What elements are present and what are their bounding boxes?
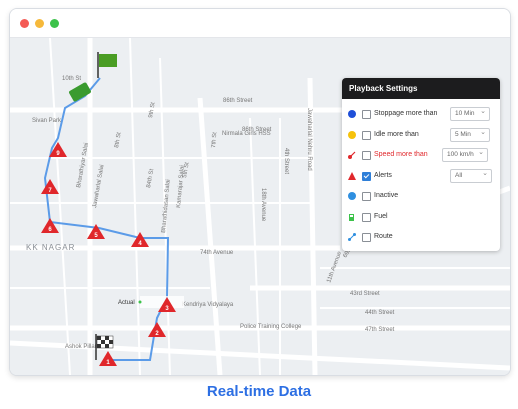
setting-select[interactable]: 5 Min bbox=[450, 127, 490, 142]
speed-icon bbox=[347, 150, 357, 160]
street-label: 43rd Street bbox=[350, 291, 380, 297]
actual-tooltip bbox=[138, 296, 184, 308]
setting-checkbox[interactable] bbox=[362, 233, 371, 242]
maximize-window-icon[interactable] bbox=[50, 19, 59, 28]
setting-checkbox[interactable] bbox=[362, 151, 371, 160]
street-label: Actual bbox=[118, 300, 135, 306]
setting-checkbox[interactable] bbox=[362, 192, 371, 201]
setting-row-inactive: Inactive bbox=[342, 188, 500, 204]
setting-select[interactable]: 100 km/h bbox=[442, 147, 488, 162]
setting-checkbox[interactable] bbox=[362, 171, 371, 181]
street-label: Jawaharlal Nehru Road bbox=[306, 108, 312, 171]
setting-row-speed-more-than: Speed more than 100 km/h bbox=[342, 147, 500, 163]
street-label: Kendriya Vidyalaya bbox=[182, 302, 234, 308]
inactive-dot-icon bbox=[347, 191, 357, 201]
setting-label: Speed more than bbox=[374, 151, 428, 158]
street-label: 18th Avenue bbox=[260, 188, 266, 222]
setting-select[interactable]: All bbox=[450, 168, 492, 183]
setting-checkbox[interactable] bbox=[362, 212, 371, 222]
setting-row-stoppage-more-than: Stoppage more than 10 Min bbox=[342, 106, 500, 122]
map-view[interactable]: 86th Street 86th Street 74th Avenue 10th… bbox=[10, 38, 510, 375]
area-label: KK NAGAR bbox=[26, 243, 75, 252]
caption: Real-time Data bbox=[206, 383, 312, 400]
setting-label: Stoppage more than bbox=[374, 110, 438, 117]
street-label: 47th Street bbox=[365, 327, 395, 333]
setting-row-fuel: Fuel bbox=[342, 209, 500, 225]
setting-checkbox[interactable] bbox=[362, 110, 371, 119]
minimize-window-icon[interactable] bbox=[35, 19, 44, 28]
title-bar bbox=[10, 9, 510, 38]
setting-checkbox[interactable] bbox=[362, 130, 371, 140]
street-label: 44th Street bbox=[365, 310, 395, 316]
setting-label: Fuel bbox=[374, 212, 388, 220]
setting-row-idle-more-than: Idle more than 5 Min bbox=[342, 127, 500, 143]
street-label: 10th St bbox=[62, 76, 81, 82]
street-label: Ashok Pillar bbox=[65, 344, 97, 350]
street-label: 4th Street bbox=[283, 148, 289, 174]
setting-label: Inactive bbox=[374, 192, 399, 199]
fuel-icon bbox=[347, 212, 357, 222]
close-window-icon[interactable] bbox=[20, 19, 29, 28]
setting-select[interactable]: 10 Min bbox=[450, 106, 490, 121]
street-label: Sivan Park bbox=[32, 118, 62, 124]
setting-row-alerts: Alerts All bbox=[342, 168, 500, 184]
panel-title: Playback Settings bbox=[342, 78, 500, 99]
route-icon bbox=[347, 232, 357, 242]
setting-label: Alerts bbox=[374, 171, 392, 179]
alert-triangle-icon bbox=[347, 171, 357, 181]
street-label: 74th Avenue bbox=[200, 250, 234, 256]
setting-label: Idle more than bbox=[374, 130, 419, 138]
yellow-dot-icon bbox=[347, 130, 357, 140]
app-window: 86th Street 86th Street 74th Avenue 10th… bbox=[9, 8, 511, 376]
street-label: Police Training College bbox=[240, 324, 302, 330]
setting-label: Route bbox=[374, 233, 393, 240]
playback-settings-panel: Playback Settings Stoppage more than 10 M… bbox=[342, 78, 500, 251]
setting-row-route: Route bbox=[342, 229, 500, 245]
street-label: 86th Street bbox=[223, 98, 253, 104]
street-label: Nirmala Girls HSS bbox=[222, 131, 271, 137]
blue-dot-icon bbox=[347, 109, 357, 119]
